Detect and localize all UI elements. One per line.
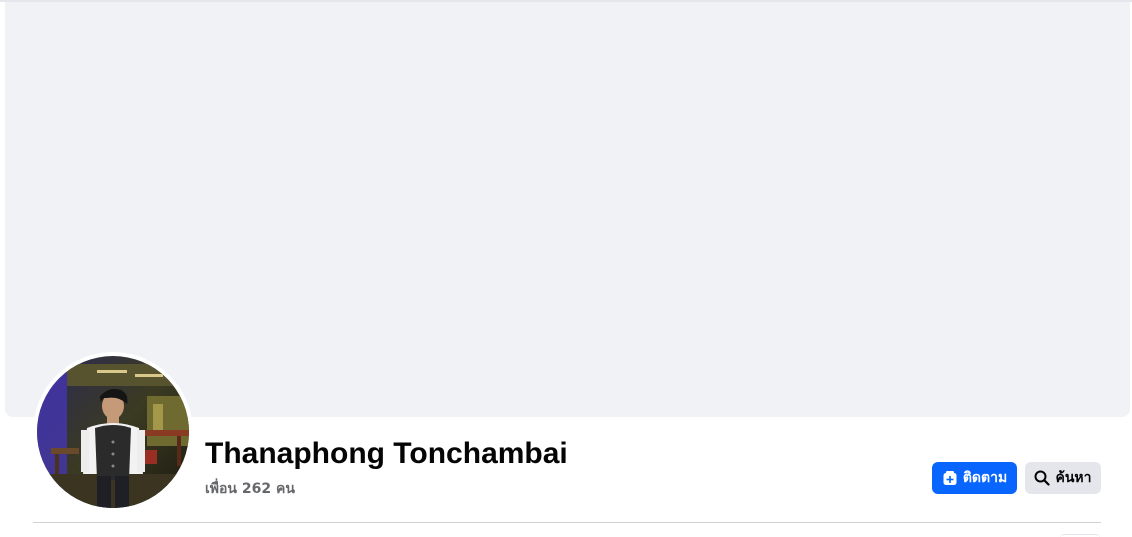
profile-name: Thanaphong Tonchambai xyxy=(205,437,568,470)
magnifier-icon xyxy=(1034,470,1051,486)
avatar[interactable] xyxy=(37,356,189,508)
avatar-image xyxy=(37,356,189,508)
follow-button[interactable]: ติดตาม xyxy=(932,462,1017,494)
search-button-label: ค้นหา xyxy=(1055,470,1092,486)
friends-count[interactable]: เพื่อน 262 คน xyxy=(205,478,295,500)
section-divider xyxy=(33,522,1101,523)
follow-button-label: ติดตาม xyxy=(962,470,1008,486)
cover-photo[interactable] xyxy=(5,2,1130,417)
profile-page: Thanaphong Tonchambai เพื่อน 262 คน ติดต… xyxy=(0,0,1132,537)
follow-plus-icon xyxy=(942,470,958,486)
search-button[interactable]: ค้นหา xyxy=(1025,462,1101,494)
